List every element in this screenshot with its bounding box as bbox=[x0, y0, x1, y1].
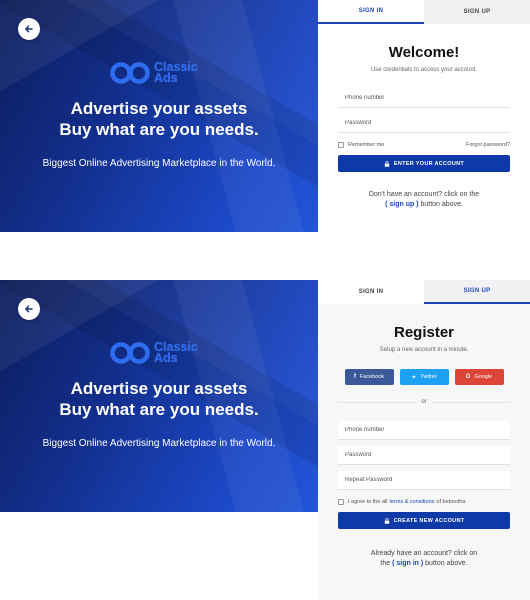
brand-line2: Ads bbox=[154, 71, 178, 85]
google-icon: G bbox=[465, 374, 471, 380]
terms-checkbox[interactable]: I agree to the all bbox=[338, 499, 387, 505]
terms-row: I agree to the all terms & consitions of… bbox=[338, 499, 510, 505]
or-label: or bbox=[416, 399, 432, 405]
google-button[interactable]: G Google bbox=[454, 369, 504, 385]
lock-icon bbox=[384, 517, 389, 524]
form-title: Register bbox=[393, 324, 455, 341]
signin-hint: Already have an account? click on the ( … bbox=[318, 549, 530, 569]
brand-logo: Classic Ads bbox=[110, 340, 198, 366]
facebook-icon: f bbox=[353, 374, 356, 380]
twitter-button[interactable]: ✦ Twitter bbox=[399, 369, 449, 385]
signin-hint-link[interactable]: ( sign in ) bbox=[392, 560, 423, 567]
signup-hint: Don't have an account? click on the ( si… bbox=[318, 190, 530, 210]
arrow-left-icon bbox=[25, 305, 33, 313]
terms-prefix: I agree to the all bbox=[348, 499, 388, 505]
hero-title: Advertise your assets Buy what are you n… bbox=[0, 98, 318, 140]
remember-row: Remember me Forgot password? bbox=[338, 142, 510, 148]
brand-line2: Ads bbox=[154, 351, 178, 365]
tab-sign-up[interactable]: SIGN UP bbox=[424, 280, 530, 304]
checkbox-box[interactable] bbox=[338, 499, 344, 505]
facebook-button[interactable]: f Facebook bbox=[344, 369, 394, 385]
hero-title-line1: Advertise your assets bbox=[70, 99, 248, 118]
google-label: Google bbox=[474, 374, 493, 380]
infinity-logo-icon bbox=[110, 62, 150, 84]
signup-hint-text: Don't have an account? click on the bbox=[368, 191, 480, 198]
password-input[interactable] bbox=[345, 120, 510, 126]
infinity-logo-icon bbox=[110, 342, 150, 364]
repeat-password-field bbox=[338, 471, 510, 490]
signup-screen: Classic Ads Advertise your assets Buy wh… bbox=[0, 280, 530, 600]
hero-title-line1: Advertise your assets bbox=[70, 379, 248, 398]
remember-me-label: Remember me bbox=[348, 142, 385, 148]
form-title: Welcome! bbox=[388, 44, 460, 61]
arrow-left-icon bbox=[25, 25, 33, 33]
phone-field bbox=[338, 89, 510, 108]
hero-subtitle: Biggest Online Advertising Marketplace i… bbox=[42, 158, 276, 169]
password-input[interactable] bbox=[345, 452, 510, 458]
twitter-label: Twitter bbox=[420, 374, 437, 380]
password-field bbox=[338, 114, 510, 133]
twitter-icon: ✦ bbox=[411, 374, 417, 381]
phone-input[interactable] bbox=[345, 95, 510, 101]
create-account-button[interactable]: CREATE NEW ACCOUNT bbox=[338, 512, 510, 529]
brand-logo: Classic Ads bbox=[110, 60, 198, 86]
back-button[interactable] bbox=[18, 18, 40, 40]
enter-account-label: ENTER YOUR ACCOUNT bbox=[393, 160, 465, 167]
brand-name: Classic Ads bbox=[154, 341, 198, 365]
signup-hint-suffix: button above. bbox=[420, 201, 463, 208]
repeat-password-input[interactable] bbox=[345, 477, 510, 483]
phone-input[interactable] bbox=[345, 427, 510, 433]
signin-screen: Classic Ads Advertise your assets Buy wh… bbox=[0, 0, 530, 232]
terms-link[interactable]: terms & consitions bbox=[389, 499, 434, 505]
auth-tabs: SIGN IN SIGN UP bbox=[318, 280, 530, 304]
lock-icon bbox=[384, 160, 390, 167]
forgot-password-link[interactable]: Forgot password? bbox=[466, 142, 510, 148]
tab-sign-up[interactable]: SIGN UP bbox=[424, 0, 530, 24]
hero-subtitle: Biggest Online Advertising Marketplace i… bbox=[42, 438, 276, 449]
tab-sign-in[interactable]: SIGN IN bbox=[318, 0, 424, 24]
auth-tabs: SIGN IN SIGN UP bbox=[318, 0, 530, 24]
signin-form-panel: SIGN IN SIGN UP Welcome! Use credentials… bbox=[318, 0, 530, 232]
enter-account-button[interactable]: ENTER YOUR ACCOUNT bbox=[338, 155, 510, 172]
hero-banner: Classic Ads Advertise your assets Buy wh… bbox=[0, 0, 318, 232]
signup-form-panel: SIGN IN SIGN UP Register Setup a new acc… bbox=[318, 280, 530, 600]
form-caption: Use credentials to access your account. bbox=[370, 67, 478, 73]
hero-title: Advertise your assets Buy what are you n… bbox=[0, 378, 318, 420]
signin-hint-text: Already have an account? click on bbox=[370, 550, 478, 557]
form-caption: Setup a new account in a minute. bbox=[379, 347, 469, 353]
back-button[interactable] bbox=[18, 298, 40, 320]
or-divider: or bbox=[338, 397, 510, 407]
password-field bbox=[338, 446, 510, 465]
terms-suffix: of bebootha bbox=[436, 499, 466, 505]
signin-hint-the: the bbox=[380, 560, 391, 567]
hero-title-line2: Buy what are you needs. bbox=[59, 120, 259, 139]
hero-title-line2: Buy what are you needs. bbox=[59, 400, 259, 419]
checkbox-box[interactable] bbox=[338, 142, 344, 148]
facebook-label: Facebook bbox=[359, 374, 385, 380]
signup-hint-link[interactable]: ( sign up ) bbox=[385, 201, 418, 208]
remember-me-checkbox[interactable]: Remember me bbox=[338, 142, 384, 148]
create-account-label: CREATE NEW ACCOUNT bbox=[393, 517, 465, 524]
tab-sign-in[interactable]: SIGN IN bbox=[318, 280, 424, 304]
hero-banner: Classic Ads Advertise your assets Buy wh… bbox=[0, 280, 318, 512]
signin-hint-suffix: button above. bbox=[425, 560, 468, 567]
phone-field bbox=[338, 421, 510, 440]
social-login-buttons: f Facebook ✦ Twitter G Google bbox=[318, 369, 530, 385]
brand-name: Classic Ads bbox=[154, 61, 198, 85]
